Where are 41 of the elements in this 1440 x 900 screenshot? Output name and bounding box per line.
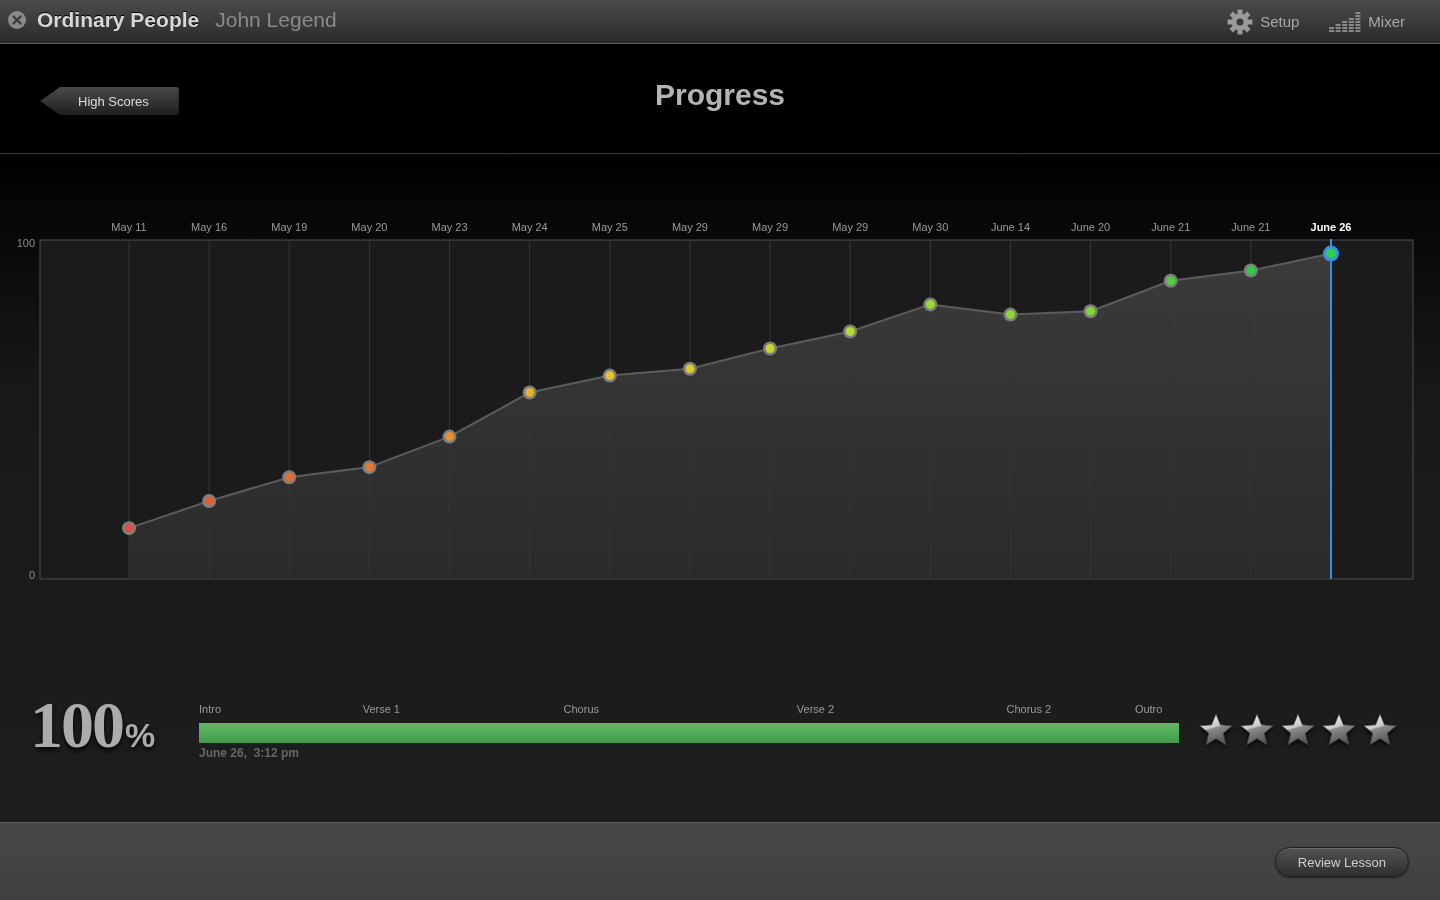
y-axis-label: 0 [28, 569, 35, 581]
date-label: May 23 [431, 221, 468, 233]
date-time: June 26, 3:12 pm [199, 745, 300, 760]
date-label: May 16 [191, 221, 228, 233]
section-label: Verse 2 [796, 701, 835, 717]
song-title: Ordinary People [37, 8, 200, 32]
toolbar-button[interactable]: Mixer [1329, 11, 1405, 32]
date-label: May 11 [111, 221, 147, 233]
date-label: May 29 [832, 221, 869, 233]
date-label: June 14 [990, 221, 1031, 233]
review-lesson-button[interactable]: Review Lesson [1274, 847, 1409, 877]
star-icon [1280, 713, 1316, 747]
date-label: June 20 [1071, 221, 1111, 233]
date-label: May 25 [591, 221, 628, 233]
date-label: June 21 [1231, 221, 1271, 233]
page-title: Progress [654, 77, 786, 113]
level-bars-icon [1329, 11, 1362, 32]
y-axis-label: 100 [16, 237, 35, 249]
date-label: May 29 [752, 221, 789, 233]
back-button[interactable]: High Scores [40, 87, 179, 115]
date-label: May 20 [351, 221, 388, 233]
date-label: May 29 [671, 221, 708, 233]
close-icon[interactable] [8, 11, 26, 29]
star-icon [1321, 713, 1357, 747]
section-label: Chorus [563, 701, 599, 717]
date-label: May 19 [271, 221, 308, 233]
score-percentage: 100% [30, 695, 157, 763]
section-label: Verse 1 [362, 701, 400, 717]
date-label: June 26 [1310, 221, 1352, 233]
star-icon [1198, 713, 1234, 747]
date-label: June 21 [1151, 221, 1191, 233]
date-label: May 30 [912, 221, 949, 233]
artist-name: John Legend [215, 8, 337, 32]
section-label: Chorus 2 [1006, 701, 1052, 717]
section-label: Intro [199, 701, 221, 717]
star-icon [1239, 713, 1275, 747]
gear-icon [1227, 8, 1254, 35]
section-label: Outro [1134, 701, 1163, 717]
star-icon [1362, 713, 1398, 747]
toolbar-button[interactable]: Setup [1227, 8, 1300, 35]
date-label: May 24 [511, 221, 548, 233]
